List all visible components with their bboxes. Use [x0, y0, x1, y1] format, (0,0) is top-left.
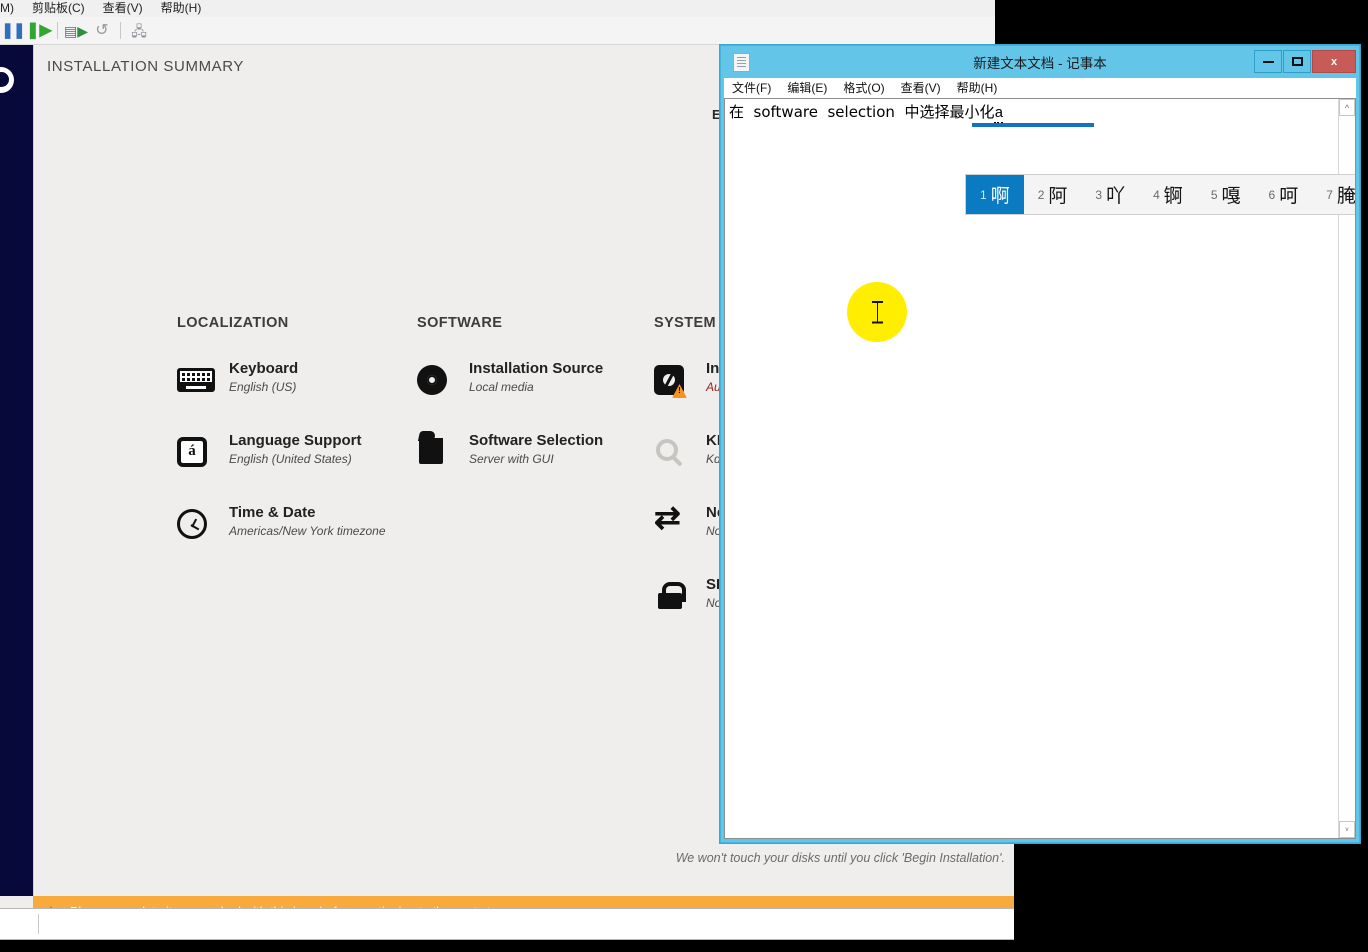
ime-candidate-char: 啊 — [990, 185, 1010, 207]
ime-candidate-char: 腌 — [1336, 185, 1356, 207]
ime-candidate-number: 4 — [1153, 187, 1160, 202]
column-software: SOFTWARE Installation Source Local media… — [417, 315, 647, 503]
click-highlight — [847, 282, 907, 342]
ime-candidate-3[interactable]: 3 吖 — [1081, 175, 1139, 214]
window-buttons: x — [1253, 50, 1356, 73]
vm-menu-item-help[interactable]: 帮助(H) — [152, 0, 211, 17]
undo-icon[interactable]: ↺ — [89, 18, 115, 44]
notepad-text-content: 在 software selection 中选择最小化a — [729, 102, 1004, 124]
harddisk-icon — [654, 361, 692, 399]
vm-black-region-top — [995, 0, 1368, 45]
keyboard-icon — [177, 361, 215, 399]
clock-icon — [177, 505, 215, 543]
spoke-title: Keyboard — [229, 360, 299, 377]
vm-host-menubar: (M) 剪贴板(C) 查看(V) 帮助(H) — [0, 0, 995, 17]
ime-candidate-number: 5 — [1210, 187, 1218, 202]
close-icon: x — [1330, 55, 1338, 68]
ime-candidate-char: 吖 — [1106, 185, 1126, 207]
toolbar-separator-2 — [120, 22, 121, 39]
spoke-subtitle: English (United States) — [229, 452, 352, 467]
vm-black-region-bottom — [0, 940, 1368, 952]
column-heading-localization: LOCALIZATION — [177, 315, 289, 331]
menu-file[interactable]: 文件(F) — [724, 78, 779, 98]
ime-candidate-char: 嘎 — [1221, 185, 1241, 207]
spoke-installation-source[interactable]: Installation Source Local media — [417, 359, 647, 405]
pause-icon[interactable]: ❚❚ — [0, 18, 26, 44]
vm-menu-item-view[interactable]: 查看(V) — [94, 0, 152, 17]
text-cursor-icon — [871, 301, 883, 323]
ime-candidate-number: 1 — [980, 187, 987, 202]
ime-candidate-1[interactable]: 1 啊 — [966, 175, 1024, 214]
close-button[interactable]: x — [1312, 50, 1356, 73]
ime-candidate-char: 呵 — [1279, 185, 1299, 207]
menu-format[interactable]: 格式(O) — [835, 78, 892, 98]
spoke-keyboard[interactable]: Keyboard English (US) — [177, 359, 407, 405]
ime-candidate-5[interactable]: 5 嘎 — [1197, 175, 1255, 214]
spoke-title: Time & Date — [229, 504, 316, 521]
spoke-subtitle: Local media — [469, 380, 534, 395]
column-heading-software: SOFTWARE — [417, 315, 503, 331]
spoke-subtitle: English (US) — [229, 380, 297, 395]
notepad-window[interactable]: 新建文本文档 - 记事本 x 文件(F) 编辑(E) 格式(O) 查看(V) 帮… — [720, 45, 1360, 843]
scroll-up-arrow[interactable]: ^ — [1339, 99, 1355, 116]
disc-icon — [417, 361, 455, 399]
screen-root: (M) 剪贴板(C) 查看(V) 帮助(H) ❚❚ ❚▶ ▤▶ ↺ 🖧 INST… — [0, 0, 1368, 952]
toolbar-separator-1 — [57, 22, 58, 39]
minimize-icon — [1262, 60, 1274, 63]
spoke-title: Language Support — [229, 432, 362, 449]
ime-candidate-7[interactable]: 7 腌 — [1312, 175, 1356, 214]
notepad-titlebar[interactable]: 新建文本文档 - 记事本 x — [721, 46, 1359, 78]
ime-candidate-bar[interactable]: 1 啊 2 阿 3 吖 4 锕 5 嘎 6 呵 7 腌 — [965, 174, 1356, 215]
ime-candidate-char: 阿 — [1048, 185, 1068, 207]
package-icon — [417, 433, 455, 471]
vm-host-statusbar: ⌨ 🖱 🔒 — [0, 908, 1014, 940]
spoke-language-support[interactable]: á Language Support English (United State… — [177, 431, 407, 477]
spoke-title: Installation Source — [469, 360, 604, 377]
spoke-subtitle: Americas/New York timezone — [229, 524, 386, 539]
spoke-subtitle: Server with GUI — [469, 452, 554, 467]
menu-edit[interactable]: 编辑(E) — [779, 78, 835, 98]
ime-composition-text: a — [994, 105, 1004, 124]
lock-icon — [654, 577, 692, 615]
vm-menu-item-0[interactable]: (M) — [0, 0, 23, 17]
ime-candidate-number: 2 — [1037, 187, 1045, 202]
ime-candidate-4[interactable]: 4 锕 — [1139, 175, 1197, 214]
network-icon[interactable]: 🖧 — [126, 18, 152, 44]
play-icon[interactable]: ❚▶ — [26, 18, 52, 44]
ime-composition-underline — [972, 123, 1094, 127]
vm-menu-item-clipboard[interactable]: 剪贴板(C) — [23, 0, 94, 17]
ime-candidate-6[interactable]: 6 呵 — [1255, 175, 1313, 214]
minimize-button[interactable] — [1254, 50, 1282, 73]
maximize-icon — [1291, 57, 1303, 66]
menu-view[interactable]: 查看(V) — [893, 78, 949, 98]
ime-candidate-number: 7 — [1326, 187, 1333, 202]
warning-badge-icon — [672, 384, 687, 398]
menu-help[interactable]: 帮助(H) — [949, 78, 1006, 98]
disk-footnote: We won't touch your disks until you clic… — [675, 851, 1005, 865]
notepad-text-prefix: 在 software selection 中选择最小化 — [729, 103, 995, 121]
ime-candidate-char: 锕 — [1163, 185, 1183, 207]
spoke-time-and-date[interactable]: Time & Date Americas/New York timezone — [177, 503, 407, 549]
vm-host-toolbar: ❚❚ ❚▶ ▤▶ ↺ 🖧 — [0, 17, 995, 45]
network-icon — [654, 501, 692, 543]
notepad-text-area[interactable]: 在 software selection 中选择最小化a ^ ᵛ 1 啊 2 阿… — [724, 98, 1356, 839]
maximize-button[interactable] — [1283, 50, 1311, 73]
spoke-title: Software Selection — [469, 432, 604, 449]
spoke-software-selection[interactable]: Software Selection Server with GUI — [417, 431, 647, 477]
notepad-menubar: 文件(F) 编辑(E) 格式(O) 查看(V) 帮助(H) — [724, 78, 1356, 98]
language-icon: á — [177, 433, 215, 471]
snapshot-icon[interactable]: ▤▶ — [63, 18, 89, 44]
column-localization: LOCALIZATION Keyboard English (US) á Lan… — [177, 315, 407, 575]
scroll-down-arrow[interactable]: ᵛ — [1339, 821, 1355, 838]
ime-candidate-number: 3 — [1095, 187, 1103, 202]
statusbar-divider — [38, 914, 39, 934]
search-icon — [654, 433, 692, 471]
ime-candidate-2[interactable]: 2 阿 — [1024, 175, 1082, 214]
ime-candidate-number: 6 — [1268, 187, 1276, 202]
